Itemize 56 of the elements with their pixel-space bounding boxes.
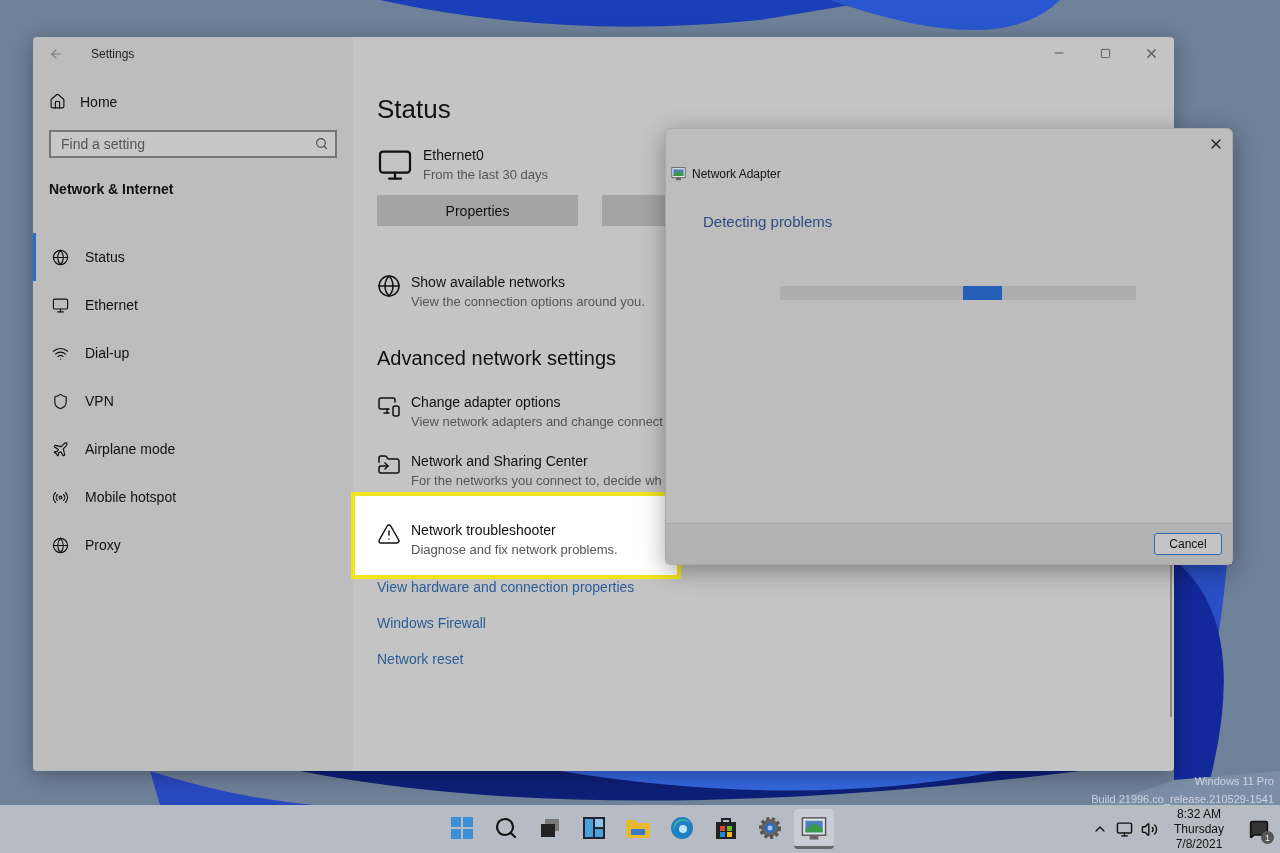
connection-subtitle: From the last 30 days xyxy=(423,167,548,182)
setting-title[interactable]: Network and Sharing Center xyxy=(411,453,662,469)
volume-icon[interactable] xyxy=(1140,820,1158,838)
network-icon[interactable] xyxy=(1115,820,1133,838)
start-icon[interactable] xyxy=(450,815,474,840)
clock[interactable]: 8:32 AM Thursday 7/8/2021 xyxy=(1173,806,1224,852)
connection-name: Ethernet0 xyxy=(423,147,485,163)
store-icon[interactable] xyxy=(714,815,738,840)
sidebar-item[interactable]: Airplane mode xyxy=(33,425,353,473)
globe-icon xyxy=(52,248,69,266)
task-view-icon[interactable] xyxy=(539,816,561,839)
sidebar-item[interactable]: Mobile hotspot xyxy=(33,473,353,521)
sidebar-item[interactable]: VPN xyxy=(33,377,353,425)
gear-icon[interactable] xyxy=(758,815,782,840)
sidebar-item[interactable]: Ethernet xyxy=(33,281,353,329)
window-title: Settings xyxy=(91,47,135,61)
dialog-title: Network Adapter xyxy=(692,166,781,181)
watermark-text: Windows 11 Pro xyxy=(1194,774,1274,789)
setting-description: View the connection options around you. xyxy=(411,294,645,309)
link[interactable]: View hardware and connection properties xyxy=(377,579,1174,595)
search-field[interactable]: Find a setting xyxy=(49,130,337,158)
properties-button[interactable]: Properties xyxy=(377,195,578,226)
section-heading: Network & Internet xyxy=(49,181,175,197)
link[interactable]: Network reset xyxy=(377,651,1174,667)
cancel-button[interactable]: Cancel xyxy=(1154,533,1222,555)
watermark-text: Build 21996.co_release.210529-1541 xyxy=(1091,792,1274,807)
folder-icon xyxy=(377,453,401,477)
sidebar-item[interactable]: Proxy xyxy=(33,521,353,569)
sidebar-item[interactable]: Dial-up xyxy=(33,329,353,377)
computer-icon xyxy=(377,394,401,418)
monitor-icon xyxy=(377,147,413,183)
network-adapter-icon xyxy=(671,166,686,181)
browser-icon[interactable] xyxy=(670,815,694,840)
search-icon xyxy=(315,137,328,150)
globe-icon xyxy=(52,536,69,554)
setting-description: Diagnose and fix network problems. xyxy=(411,542,618,557)
maximize-icon[interactable] xyxy=(1099,47,1111,59)
setting-title[interactable]: Show available networks xyxy=(411,274,645,290)
search-icon[interactable] xyxy=(494,815,518,840)
setting-title[interactable]: Change adapter options xyxy=(411,394,663,410)
warning-icon xyxy=(377,522,401,546)
network-adapter-icon xyxy=(801,814,827,841)
monitor-icon xyxy=(52,296,69,314)
widgets-icon[interactable] xyxy=(582,815,606,840)
setting-description: For the networks you connect to, decide wh xyxy=(411,473,662,488)
globe-icon xyxy=(377,274,401,298)
shield-icon xyxy=(52,392,69,410)
home-icon xyxy=(49,93,66,110)
section-heading: Advanced network settings xyxy=(377,347,618,370)
airplane-icon xyxy=(52,440,69,458)
setting-description: View network adapters and change connect xyxy=(411,414,663,429)
home-item[interactable]: Home xyxy=(49,93,353,110)
link[interactable]: Windows Firewall xyxy=(377,615,1174,631)
status-heading: Detecting problems xyxy=(703,213,834,230)
setting-title[interactable]: Network troubleshooter xyxy=(411,522,618,538)
page-title: Status xyxy=(377,94,452,125)
